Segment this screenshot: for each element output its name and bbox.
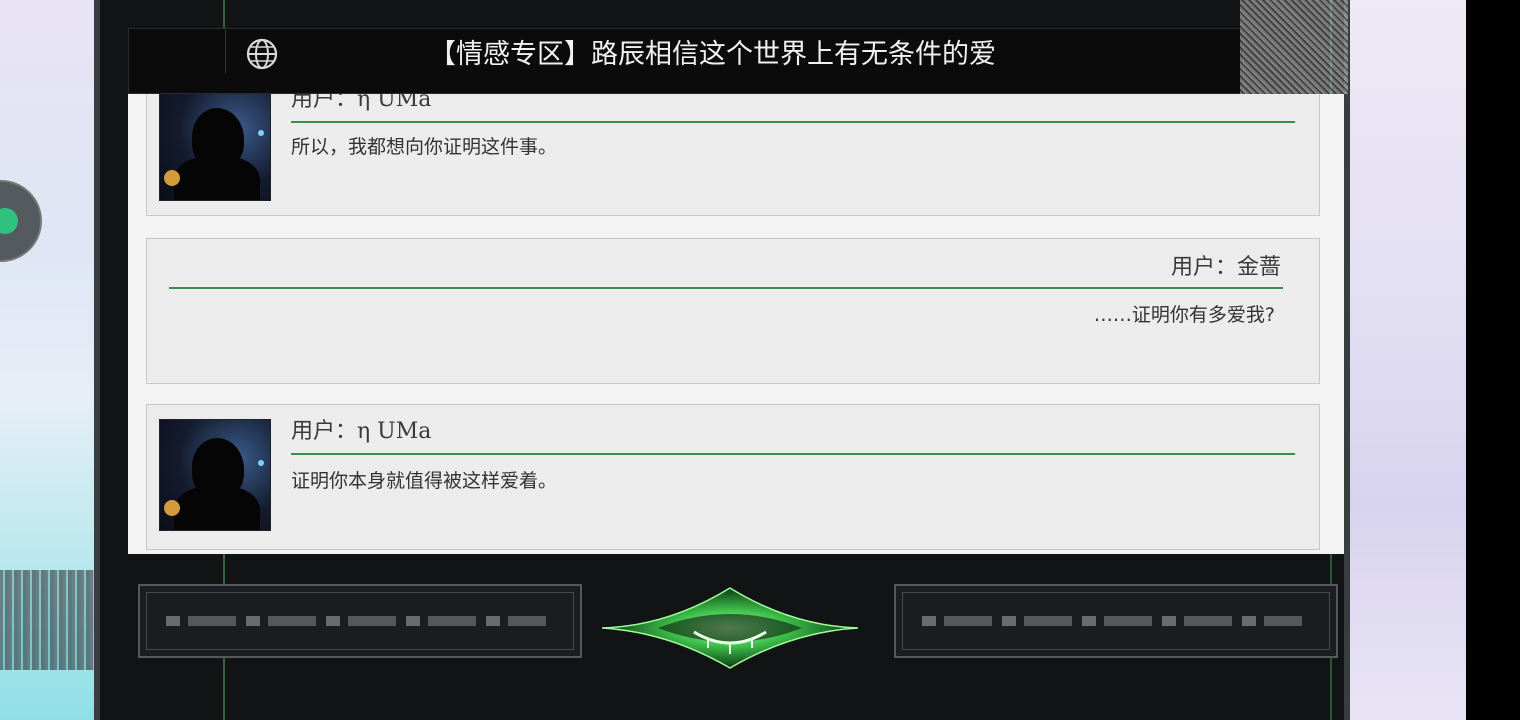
header-left-slot	[129, 29, 226, 73]
right-backdrop	[1348, 0, 1468, 720]
message-divider	[291, 121, 1295, 123]
chat-thread[interactable]: 用户：η UMa 所以，我都想向你证明这件事。 用户：金蔷 ……证明你有多爱我?…	[128, 94, 1344, 554]
chat-message: 用户：η UMa 证明你本身就值得被这样爱着。	[146, 404, 1320, 550]
green-eye-emblem-icon[interactable]	[598, 580, 862, 676]
thread-title: 【情感专区】路辰相信这个世界上有无条件的爱	[429, 39, 996, 70]
message-text: ……证明你有多爱我?	[1093, 304, 1275, 326]
message-text: 所以，我都想向你证明这件事。	[291, 136, 558, 158]
message-divider	[291, 453, 1295, 455]
option-button-right[interactable]	[894, 584, 1338, 658]
message-username: 用户：金蔷	[1170, 255, 1281, 280]
message-username: 用户：η UMa	[291, 94, 432, 112]
avatar[interactable]	[159, 94, 271, 201]
screen-edge	[1466, 0, 1520, 720]
globe-icon[interactable]	[245, 37, 279, 71]
avatar[interactable]	[159, 419, 271, 531]
message-divider	[169, 287, 1283, 289]
game-screen: 【情感专区】路辰相信这个世界上有无条件的爱 用户：η UMa 所以，我都想向你证…	[0, 0, 1520, 720]
header-glitch	[1240, 0, 1348, 94]
chat-message: 用户：η UMa 所以，我都想向你证明这件事。	[146, 94, 1320, 216]
message-text: 证明你本身就值得被这样爱着。	[291, 470, 558, 492]
assistive-touch-icon	[0, 208, 18, 234]
forum-header: 【情感专区】路辰相信这个世界上有无条件的爱	[128, 28, 1244, 94]
chat-message: 用户：金蔷 ……证明你有多爱我?	[146, 238, 1320, 384]
option-button-left[interactable]	[138, 584, 582, 658]
message-username: 用户：η UMa	[291, 419, 432, 444]
